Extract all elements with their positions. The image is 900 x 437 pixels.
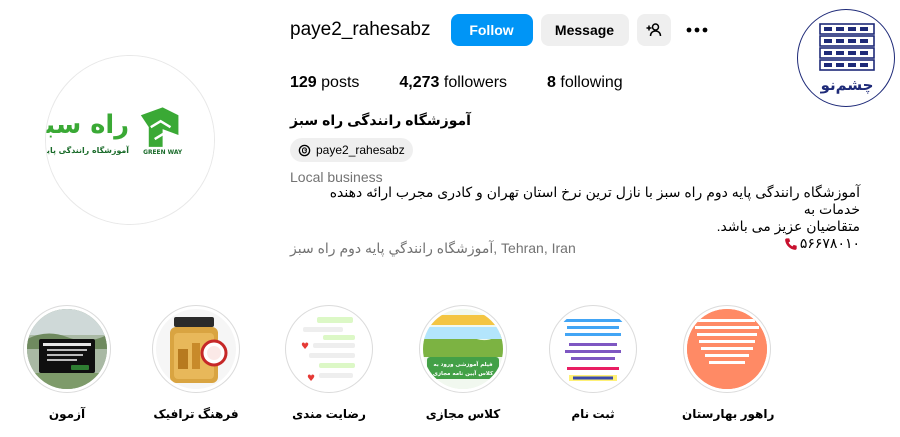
followers-label: followers (443, 74, 508, 91)
highlight-cover[interactable]: ♥ ♥ (285, 305, 373, 393)
profile-address[interactable]: آموزشگاه رانندگي پايه دوم راه سبز, Tehra… (290, 240, 576, 257)
username: paye2_rahesabz (290, 19, 431, 40)
followers-count: 4,273 (399, 74, 440, 91)
exam-phone-image (27, 309, 107, 389)
svg-text:فیلم آموزشی ورود به: فیلم آموزشی ورود به (433, 360, 493, 368)
message-button[interactable]: Message (540, 14, 629, 46)
jar-image (156, 309, 236, 389)
profile-category: Local business (290, 169, 383, 185)
highlight-label: کلاس مجازی (425, 407, 501, 421)
bio-phone: ۵۶۶۷۸۰۱۰ (799, 235, 860, 251)
follow-button[interactable]: Follow (450, 14, 533, 46)
profile-stats: 129 posts 4,273 followers 8 following (290, 74, 663, 92)
bio-phone-row: ۵۶۶۷۸۰۱۰ (784, 235, 860, 252)
bio-line-1: آموزشگاه رانندگی پایه دوم راه سبز با ناز… (329, 184, 860, 217)
watermark-logo: چشم‌نو (797, 9, 895, 107)
highlight-cover[interactable] (23, 305, 111, 393)
profile-header-bar: paye2_rahesabz Follow Message (290, 14, 711, 46)
threads-handle: paye2_rahesabz (316, 143, 405, 157)
profile-avatar[interactable]: راه سبز آموزشگاه رانندگی پایه دوم GREEN … (45, 55, 215, 225)
following-stat[interactable]: 8 following (547, 74, 623, 92)
watermark-logo-text: چشم‌نو (820, 76, 874, 95)
highlight-item[interactable]: ♥ ♥ رضایت مندی (284, 305, 374, 421)
svg-text:♥: ♥ (301, 342, 309, 352)
highlight-label: ثبت نام (571, 407, 615, 421)
highlight-item[interactable]: آزمون (22, 305, 112, 421)
chat-screenshot-image: ♥ ♥ (289, 309, 369, 389)
posts-count: 129 (290, 74, 317, 91)
more-options-button[interactable] (683, 16, 711, 44)
registration-image (553, 309, 633, 389)
svg-text:♥: ♥ (307, 374, 315, 384)
highlight-cover[interactable]: فیلم آموزشی ورود به کلاس آیین نامه مجازی (419, 305, 507, 393)
avatar-logo-title: راه سبز (46, 110, 129, 140)
highlight-item[interactable]: فرهنگ ترافیک (151, 305, 241, 421)
bio-line-2: متقاضیان عزیز می باشد. (716, 218, 860, 234)
threads-badge[interactable]: paye2_rahesabz (290, 138, 413, 162)
following-count: 8 (547, 74, 556, 91)
suggested-accounts-button[interactable] (636, 14, 671, 46)
virtual-class-image: فیلم آموزشی ورود به کلاس آیین نامه مجازی (423, 309, 503, 389)
highlight-cover[interactable] (152, 305, 240, 393)
story-highlights: آزمون فرهنگ ترافیک ♥ ♥ رضایت مندی فیلم آ… (0, 305, 900, 435)
highlight-label: رضایت مندی (292, 407, 366, 421)
rahe-sabz-logo: راه سبز آموزشگاه رانندگی پایه دوم GREEN … (46, 56, 214, 224)
phone-icon (784, 237, 797, 250)
server-stack-logo-icon: چشم‌نو (819, 23, 875, 95)
svg-text:کلاس آیین نامه مجازی: کلاس آیین نامه مجازی (433, 369, 494, 377)
followers-stat[interactable]: 4,273 followers (399, 74, 507, 92)
avatar-logo-subtitle: آموزشگاه رانندگی پایه دوم (46, 145, 129, 155)
posts-label: posts (321, 74, 360, 91)
highlight-item[interactable]: راهور بهارستان (682, 305, 775, 421)
highlight-cover[interactable] (549, 305, 637, 393)
highlight-label: راهور بهارستان (682, 407, 775, 421)
address-card-image (687, 309, 767, 389)
threads-icon (298, 144, 311, 156)
highlight-item[interactable]: فیلم آموزشی ورود به کلاس آیین نامه مجازی… (418, 305, 508, 421)
highlight-item[interactable]: ثبت نام (548, 305, 638, 421)
highlight-label: آزمون (48, 407, 86, 421)
following-label: following (560, 74, 623, 91)
avatar-logo-brand: GREEN WAY (143, 150, 183, 156)
highlight-cover[interactable] (683, 305, 771, 393)
add-person-icon (646, 23, 661, 37)
highlight-label: فرهنگ ترافیک (153, 407, 239, 421)
full-name: آموزشگاه رانندگی راه سبز (290, 112, 471, 128)
more-dots-icon (686, 27, 707, 33)
posts-stat: 129 posts (290, 74, 359, 92)
